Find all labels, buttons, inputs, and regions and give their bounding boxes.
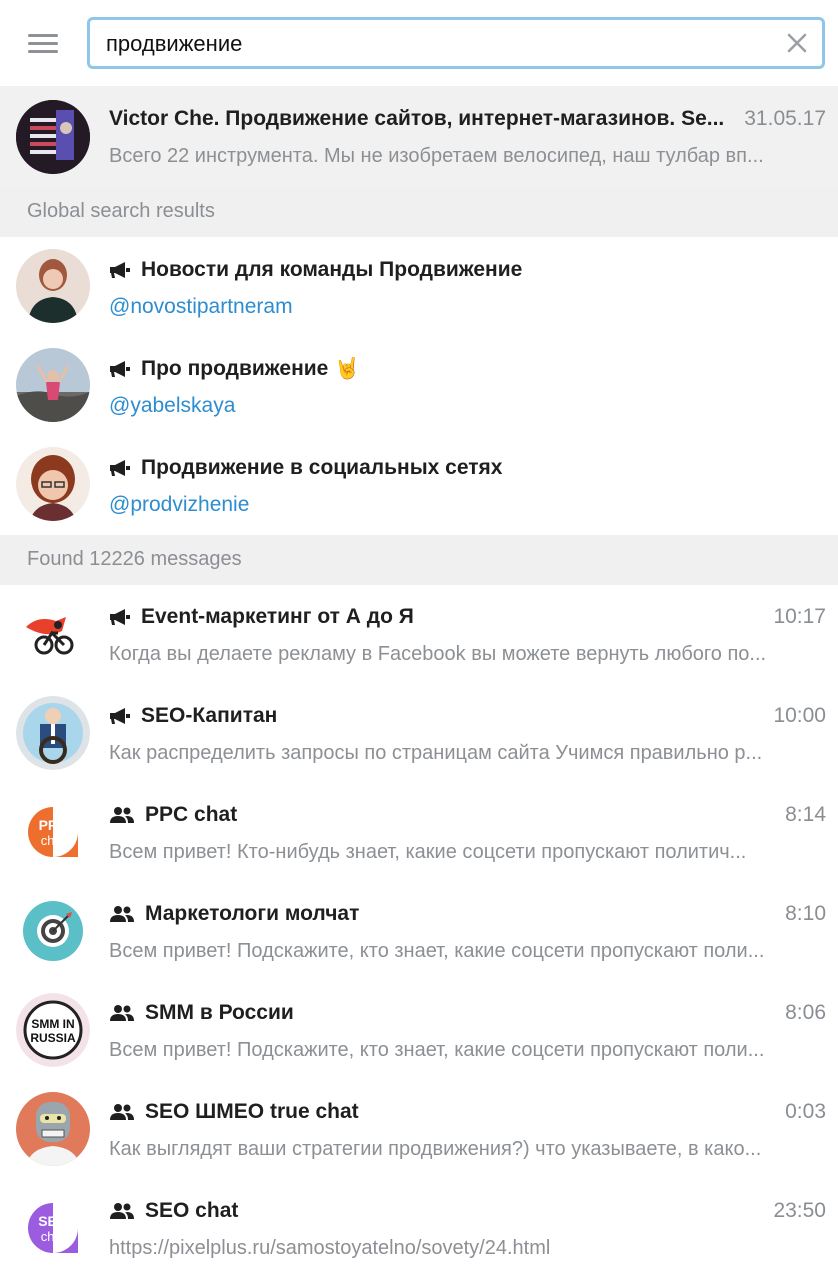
- avatar: [16, 1092, 90, 1166]
- avatar-text: RUSSIA: [30, 1031, 76, 1045]
- avatar: [16, 696, 90, 770]
- group-icon: [110, 1104, 134, 1120]
- avatar-text: SEO: [38, 1213, 68, 1229]
- channel-title: Про продвижение 🤘: [109, 357, 809, 381]
- message-preview: Когда вы делаете рекламу в Facebook вы м…: [109, 643, 767, 665]
- search-box[interactable]: [87, 17, 825, 69]
- avatar: SMM IN RUSSIA: [16, 993, 90, 1067]
- message-preview: Всем привет! Подскажите, кто знает, каки…: [109, 940, 765, 962]
- message-time: 0:03: [785, 1100, 826, 1123]
- group-icon: [110, 1203, 134, 1219]
- section-header-messages: Found 12226 messages: [0, 535, 838, 585]
- message-row[interactable]: SEO-Капитан 10:00 Как распределить запро…: [0, 684, 838, 783]
- avatar: [16, 249, 90, 323]
- channel-username[interactable]: @prodvizhenie: [109, 493, 249, 517]
- message-row[interactable]: Event-маркетинг от А до Я 10:17 Когда вы…: [0, 585, 838, 684]
- avatar-text: SMM IN: [31, 1017, 74, 1031]
- channel-title: Новости для команды Продвижение: [109, 258, 809, 282]
- group-icon: [110, 807, 134, 823]
- avatar: [16, 447, 90, 521]
- chat-row-victor-che[interactable]: Victor Che. Продвижение сайтов, интернет…: [0, 86, 838, 187]
- message-chat-title: SMM в России: [109, 1001, 669, 1025]
- global-result-row[interactable]: Продвижение в социальных сетях @prodvizh…: [0, 435, 838, 534]
- megaphone-icon: [110, 708, 130, 724]
- avatar: SEO chat: [16, 1191, 90, 1265]
- message-row[interactable]: SEO ШМЕО true chat 0:03 Как выглядят ваш…: [0, 1080, 838, 1179]
- message-time: 8:14: [785, 803, 826, 826]
- group-icon: [110, 906, 134, 922]
- avatar-text: chat: [41, 833, 66, 848]
- message-chat-title: SEO-Капитан: [109, 704, 669, 728]
- close-icon[interactable]: [786, 32, 808, 54]
- channel-username[interactable]: @novostipartneram: [109, 295, 293, 319]
- section-label: Global search results: [27, 200, 215, 222]
- global-result-row[interactable]: Новости для команды Продвижение @novosti…: [0, 237, 838, 336]
- message-time: 8:10: [785, 902, 826, 925]
- message-time: 10:17: [773, 605, 826, 628]
- message-preview: Как выглядят ваши стратегии продвижения?…: [109, 1138, 762, 1160]
- channel-username[interactable]: @yabelskaya: [109, 394, 235, 418]
- avatar: PPC chat: [16, 795, 90, 869]
- avatar-text: chat: [41, 1229, 66, 1244]
- message-preview: Всем привет! Кто-нибудь знает, какие соц…: [109, 841, 747, 863]
- channel-title: Продвижение в социальных сетях: [109, 456, 809, 480]
- message-preview: https://pixelplus.ru/samostoyatelno/sove…: [109, 1237, 551, 1259]
- chat-title: Victor Che. Продвижение сайтов, интернет…: [109, 107, 725, 130]
- section-label: Found 12226 messages: [27, 548, 242, 570]
- chat-preview: Всего 22 инструмента. Мы не изобретаем в…: [109, 145, 764, 167]
- chat-date: 31.05.17: [744, 107, 826, 130]
- message-preview: Как распределить запросы по страницам са…: [109, 742, 763, 764]
- message-row[interactable]: SEO chat SEO chat 23:50 https://pixelplu…: [0, 1179, 838, 1280]
- avatar: [16, 597, 90, 671]
- message-time: 10:00: [773, 704, 826, 727]
- avatar-text: PPC: [39, 817, 68, 833]
- message-chat-title: PPC chat: [109, 803, 669, 827]
- megaphone-icon: [110, 609, 130, 625]
- message-time: 23:50: [773, 1199, 826, 1222]
- megaphone-icon: [110, 262, 130, 278]
- message-preview: Всем привет! Подскажите, кто знает, каки…: [109, 1039, 765, 1061]
- menu-icon[interactable]: [28, 34, 58, 54]
- message-chat-title: SEO chat: [109, 1199, 669, 1223]
- message-chat-title: Маркетологи молчат: [109, 902, 669, 926]
- avatar: [16, 100, 90, 174]
- avatar: [16, 894, 90, 968]
- section-header-global: Global search results: [0, 187, 838, 237]
- search-input[interactable]: [106, 29, 766, 59]
- message-chat-title: SEO ШМЕО true chat: [109, 1100, 669, 1124]
- message-chat-title: Event-маркетинг от А до Я: [109, 605, 669, 629]
- message-row[interactable]: Маркетологи молчат 8:10 Всем привет! Под…: [0, 882, 838, 981]
- megaphone-icon: [110, 460, 130, 476]
- group-icon: [110, 1005, 134, 1021]
- message-time: 8:06: [785, 1001, 826, 1024]
- global-result-row[interactable]: Про продвижение 🤘 @yabelskaya: [0, 336, 838, 435]
- rock-hand-emoji: 🤘: [334, 357, 361, 380]
- megaphone-icon: [110, 361, 130, 377]
- top-bar: [0, 0, 838, 86]
- message-row[interactable]: SMM IN RUSSIA SMM в России 8:06 Всем при…: [0, 981, 838, 1080]
- avatar: [16, 348, 90, 422]
- message-row[interactable]: PPC chat PPC chat 8:14 Всем привет! Кто-…: [0, 783, 838, 882]
